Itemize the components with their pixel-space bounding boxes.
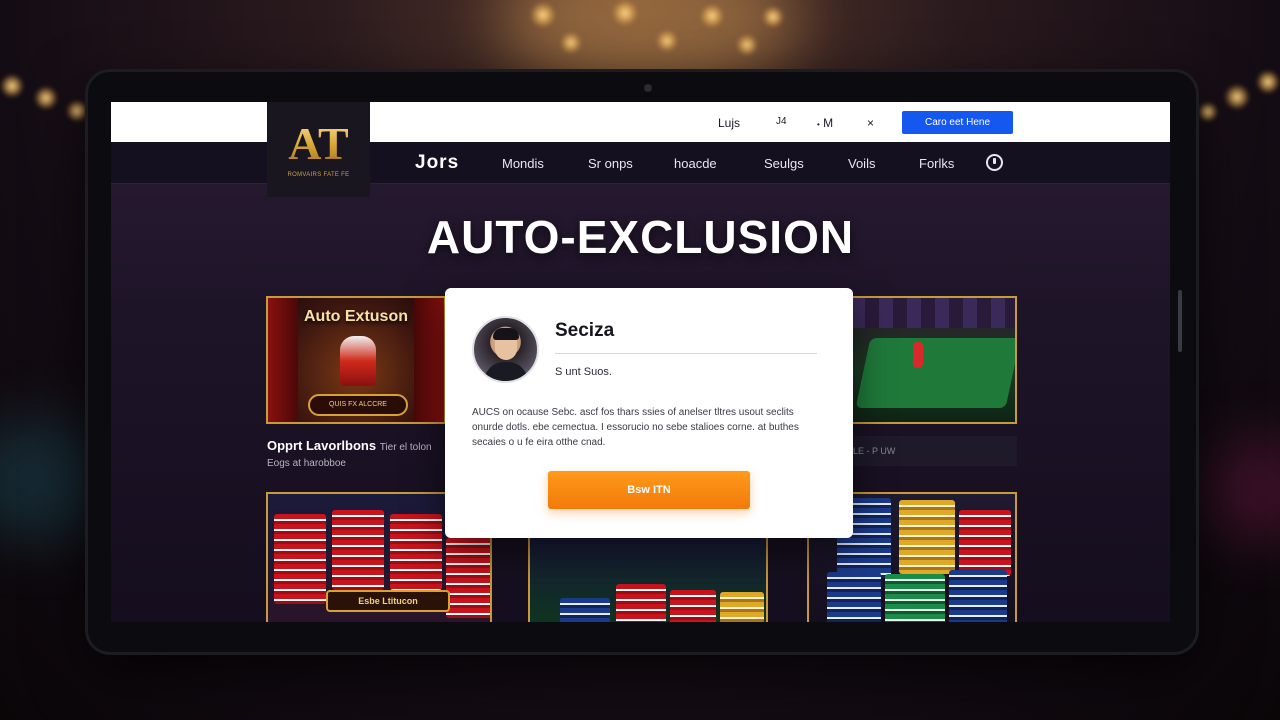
nav-item-6[interactable]: Forlks: [919, 156, 954, 171]
chip-stack: [332, 510, 384, 590]
top-link-3-label: M: [823, 116, 834, 130]
casino-table-graphic: [855, 338, 1015, 408]
close-icon[interactable]: ×: [867, 116, 874, 130]
chip-stack: [885, 574, 945, 622]
card-title: Auto Extuson: [304, 308, 408, 325]
promo-card-auto-exclusion[interactable]: Auto Extuson QUIS FX ALCCRE: [266, 296, 446, 424]
nav-item-5[interactable]: Voils: [848, 156, 875, 171]
nav-brand[interactable]: Jors: [415, 152, 459, 174]
chip-stack: [446, 538, 490, 618]
card-sign: QUIS FX ALCCRE: [308, 394, 408, 416]
alert-circle-icon[interactable]: [986, 154, 1003, 171]
logo-tagline: ROMVAIRS FATE FE: [287, 171, 350, 178]
nav-item-4[interactable]: Seulgs: [764, 156, 804, 171]
card-label-title: Opprt Lavorlbons: [267, 438, 377, 453]
chip-stack: [959, 510, 1011, 576]
card-label[interactable]: Opprt Lavorlbons Tier el tolon: [267, 438, 432, 453]
chip-stack: [720, 592, 764, 622]
dealer-figure: [913, 342, 923, 368]
logo-mark: AT: [288, 117, 349, 169]
chip-stack: [899, 500, 955, 574]
avatar-hair: [493, 328, 519, 340]
dot-separator: •: [817, 120, 820, 129]
modal-divider: [555, 353, 817, 354]
top-cta-button[interactable]: Caro eet Hene: [902, 111, 1013, 134]
screen: Lujs J4 • M × Caro eet Hene Jors Mondis …: [111, 102, 1170, 622]
chip-stack: [616, 584, 666, 622]
chip-stack: [390, 514, 442, 590]
nav-item-2[interactable]: Sr onps: [588, 156, 633, 171]
chip-stack: [949, 570, 1007, 622]
top-link-3[interactable]: • M: [817, 116, 833, 130]
avatar-suit: [484, 362, 528, 381]
modal-body-text: AUCS on ocause Sebc. ascf fos thars ssie…: [472, 407, 799, 448]
monitor-side-button: [1178, 290, 1182, 352]
nav-item-3[interactable]: hoacde: [674, 156, 717, 171]
slot-strip: [851, 298, 1015, 328]
chip-stack: [274, 514, 326, 604]
card-sublabel: Eogs at harobboe: [267, 458, 346, 469]
site-logo[interactable]: AT ROMVAIRS FATE FE: [267, 102, 370, 197]
card-label-extra: Tier el tolon: [379, 442, 432, 453]
camera-dot: [644, 84, 652, 92]
card-label: LE - P UW: [853, 446, 896, 456]
modal-title: Seciza: [555, 320, 615, 341]
card-sign: Esbe Ltitucon: [326, 590, 450, 612]
promo-card-table-chips[interactable]: [528, 532, 768, 622]
modal-subtitle: S unt Suos.: [555, 366, 612, 378]
chip-stack: [560, 598, 610, 622]
page-title: AUTO-EXCLUSION: [426, 211, 855, 263]
robot-figure: [340, 336, 376, 386]
top-link-1[interactable]: Lujs: [718, 116, 740, 130]
nav-item-1[interactable]: Mondis: [502, 156, 544, 171]
auto-exclusion-modal: Seciza S unt Suos. AUCS on ocause Sebc. …: [445, 288, 853, 538]
modal-confirm-button[interactable]: Bsw ITN: [548, 471, 750, 509]
top-link-2[interactable]: J4: [776, 116, 787, 127]
chip-stack: [827, 572, 881, 622]
chip-stack: [670, 590, 716, 622]
avatar: [472, 316, 539, 383]
promo-card-roulette-table[interactable]: [849, 296, 1017, 424]
